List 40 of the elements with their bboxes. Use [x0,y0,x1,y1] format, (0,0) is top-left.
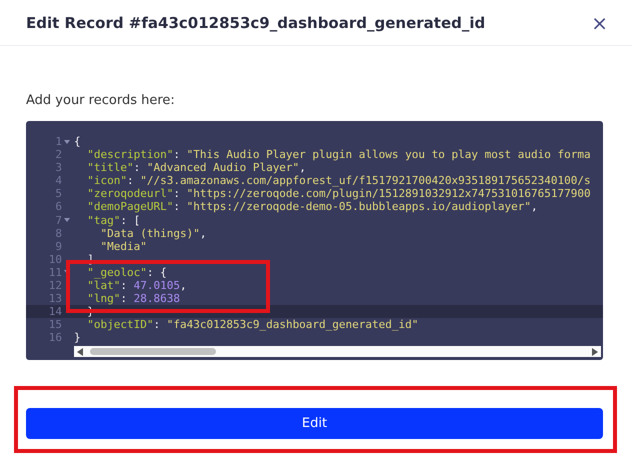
edit-button[interactable]: Edit [26,408,603,439]
code-line: { [73,135,81,148]
fold-caret-icon[interactable] [64,218,70,222]
code-line: "title": "Advanced Audio Player", [86,161,306,174]
line-number: 1 [55,135,62,148]
dialog-title: Edit Record #fa43c012853c9_dashboard_generated_id [26,14,486,32]
line-number: 14 [48,305,62,318]
code-line: "tag": [ [86,214,140,227]
code-line: "description": "This Audio Player plugin allows you to play most audio forma [86,148,591,162]
code-line: "lng": 28.8638 [86,292,180,306]
code-editor[interactable] [26,121,603,360]
code-line: "lat": 47.0105, [86,279,187,292]
line-number: 15 [48,318,62,332]
horizontal-scrollbar[interactable] [74,346,601,357]
line-number: 5 [55,187,62,200]
fold-caret-icon[interactable] [64,140,70,144]
code-line: "Media" [99,240,147,253]
code-line: "demoPageURL": "https://zeroqode-demo-05.bubbleapps.io/audioplayer", [86,200,538,214]
line-number: 16 [48,331,62,344]
line-number: 12 [48,279,62,292]
close-button[interactable]: × [587,12,612,32]
line-number: 8 [55,226,62,240]
scroll-left-icon[interactable] [77,348,83,356]
line-number: 9 [55,240,62,253]
line-number: 2 [55,148,62,162]
line-number: 3 [55,161,62,174]
code-line: } [73,331,81,344]
code-line: "Data (things)", [99,226,206,240]
line-number: 4 [55,174,62,188]
line-number: 10 [48,252,62,266]
code-line: "zeroqodeurl": "https://zeroqode.com/plugin/1512891032912x747531016765177900 [86,187,591,200]
line-number: 11 [48,266,62,280]
line-number: 13 [48,292,62,306]
line-number: 6 [55,200,62,214]
line-number: 7 [55,214,62,227]
prompt-label: Add your records here: [26,93,176,108]
code-line: "icon": "//s3.amazonaws.com/appforest_uf/f1517921700420x935189175652340100/s [86,174,591,188]
code-line: "objectID": "fa43c012853c9_dashboard_generated_id" [86,318,418,332]
scroll-right-icon[interactable] [592,348,598,356]
code-line: "_geoloc": { [86,266,167,280]
